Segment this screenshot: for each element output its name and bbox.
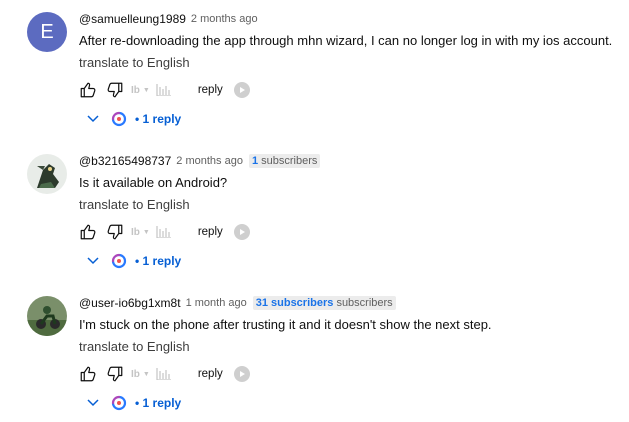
replies-count[interactable]: • 1 reply bbox=[135, 396, 181, 410]
comment-3: @user-io6bg1xm8t 1 month ago 31 subscrib… bbox=[0, 284, 629, 422]
like-icon[interactable] bbox=[78, 80, 98, 100]
subscribers-label: subscribers bbox=[336, 297, 393, 309]
comment-actions: Ib ▼ reply bbox=[78, 364, 250, 384]
play-icon[interactable] bbox=[233, 224, 250, 240]
dislike-dropdown[interactable]: Ib ▼ bbox=[131, 369, 150, 380]
caret-down-icon: ▼ bbox=[142, 228, 150, 236]
comment-header: @samuelleung1989 2 months ago bbox=[79, 10, 619, 28]
dislike-text: Ib bbox=[131, 368, 140, 380]
avatar-image bbox=[27, 154, 67, 194]
ai-swirl-icon bbox=[109, 393, 129, 413]
dislike-text: Ib bbox=[131, 226, 140, 238]
replies-count[interactable]: • 1 reply bbox=[135, 254, 181, 268]
translate-link[interactable]: translate to English bbox=[79, 196, 619, 214]
comment-body: @user-io6bg1xm8t 1 month ago 31 subscrib… bbox=[79, 294, 619, 356]
replies-toggle[interactable]: • 1 reply bbox=[83, 109, 181, 129]
subscribers-count: 1 bbox=[251, 155, 259, 167]
replies-count[interactable]: • 1 reply bbox=[135, 112, 181, 126]
comment-1: E @samuelleung1989 2 months ago After re… bbox=[0, 0, 629, 142]
translate-bars-icon[interactable] bbox=[154, 222, 174, 242]
author-name[interactable]: @samuelleung1989 bbox=[79, 10, 186, 28]
chevron-down-icon[interactable] bbox=[83, 393, 103, 413]
comment-actions: Ib ▼ reply bbox=[78, 222, 250, 242]
ai-swirl-icon bbox=[109, 251, 129, 271]
dislike-icon[interactable] bbox=[105, 80, 125, 100]
avatar[interactable] bbox=[27, 154, 67, 194]
author-name[interactable]: @user-io6bg1xm8t bbox=[79, 294, 181, 312]
like-icon[interactable] bbox=[78, 364, 98, 384]
dislike-dropdown[interactable]: Ib ▼ bbox=[131, 227, 150, 238]
chevron-down-icon[interactable] bbox=[83, 251, 103, 271]
dislike-icon[interactable] bbox=[105, 222, 125, 242]
comment-body: @b32165498737 2 months ago 1 subscribers… bbox=[79, 152, 619, 214]
avatar-letter: E bbox=[40, 21, 54, 43]
dislike-dropdown[interactable]: Ib ▼ bbox=[131, 85, 150, 96]
avatar[interactable] bbox=[27, 296, 67, 336]
reply-button[interactable]: reply bbox=[198, 84, 223, 96]
ai-swirl-icon bbox=[109, 109, 129, 129]
translate-bars-icon[interactable] bbox=[154, 364, 174, 384]
subscribers-badge: 31 subscribers subscribers bbox=[252, 296, 396, 310]
comment-time[interactable]: 1 month ago bbox=[186, 294, 247, 312]
comment-body: @samuelleung1989 2 months ago After re-d… bbox=[79, 10, 619, 72]
comment-text: I'm stuck on the phone after trusting it… bbox=[79, 317, 492, 332]
comment-time[interactable]: 2 months ago bbox=[191, 10, 258, 28]
comment-header: @b32165498737 2 months ago 1 subscribers bbox=[79, 152, 619, 170]
subscribers-label: subscribers bbox=[261, 155, 318, 167]
play-icon[interactable] bbox=[233, 366, 250, 382]
caret-down-icon: ▼ bbox=[142, 86, 150, 94]
author-name[interactable]: @b32165498737 bbox=[79, 152, 171, 170]
replies-toggle[interactable]: • 1 reply bbox=[83, 393, 181, 413]
dislike-text: Ib bbox=[131, 84, 140, 96]
avatar-image bbox=[27, 296, 67, 336]
dislike-icon[interactable] bbox=[105, 364, 125, 384]
translate-link[interactable]: translate to English bbox=[79, 338, 619, 356]
comment-text: After re-downloading the app through mhn… bbox=[79, 33, 613, 48]
translate-link[interactable]: translate to English bbox=[79, 54, 619, 72]
play-icon[interactable] bbox=[233, 82, 250, 98]
translate-bars-icon[interactable] bbox=[154, 80, 174, 100]
subscribers-count: 31 subscribers bbox=[255, 297, 334, 309]
avatar[interactable]: E bbox=[27, 12, 67, 52]
like-icon[interactable] bbox=[78, 222, 98, 242]
reply-button[interactable]: reply bbox=[198, 368, 223, 380]
comment-time[interactable]: 2 months ago bbox=[176, 152, 243, 170]
comment-2: @b32165498737 2 months ago 1 subscribers… bbox=[0, 142, 629, 284]
reply-button[interactable]: reply bbox=[198, 226, 223, 238]
comment-text: Is it available on Android? bbox=[79, 175, 228, 190]
chevron-down-icon[interactable] bbox=[83, 109, 103, 129]
comment-header: @user-io6bg1xm8t 1 month ago 31 subscrib… bbox=[79, 294, 619, 312]
comment-actions: Ib ▼ reply bbox=[78, 80, 250, 100]
replies-toggle[interactable]: • 1 reply bbox=[83, 251, 181, 271]
subscribers-badge: 1 subscribers bbox=[248, 154, 321, 168]
caret-down-icon: ▼ bbox=[142, 370, 150, 378]
